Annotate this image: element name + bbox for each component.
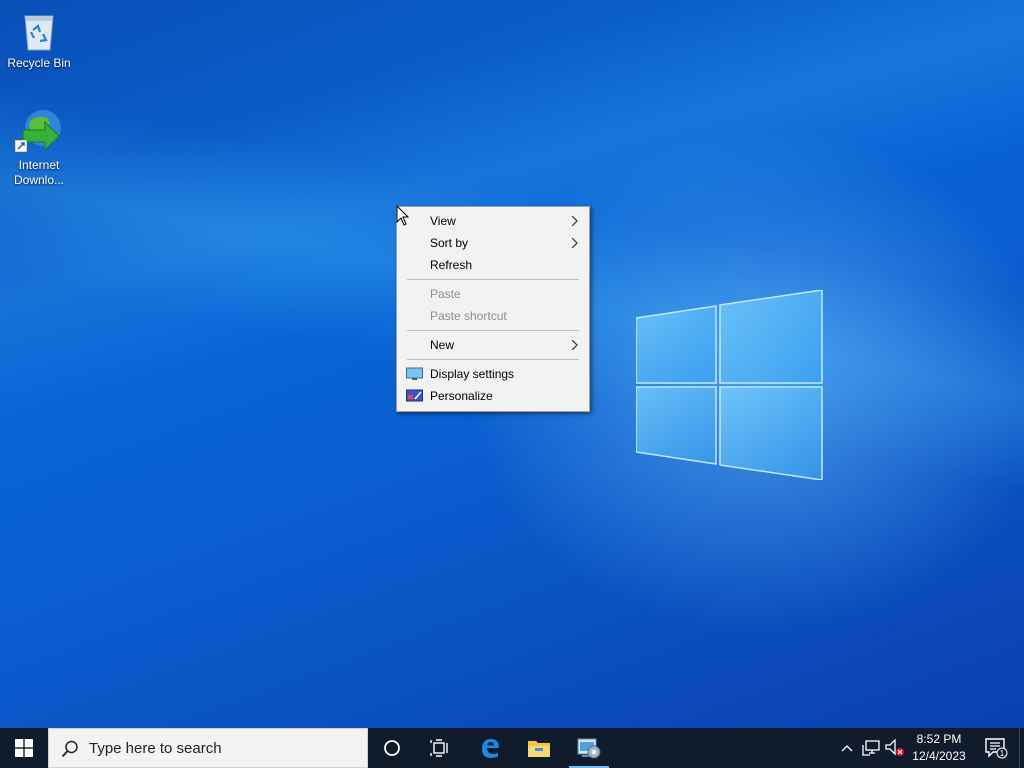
menu-item-refresh-label: Refresh (430, 258, 473, 272)
menu-item-display-settings[interactable]: Display settings (397, 363, 589, 385)
menu-item-new[interactable]: New (397, 334, 589, 356)
desktop-background[interactable]: Recycle Bin Internet Downlo... View Sort… (0, 0, 1024, 728)
taskbar-clock[interactable]: 8:52 PM 12/4/2023 (908, 728, 970, 768)
idm-label-line1: Internet (18, 158, 60, 172)
show-desktop-button[interactable] (1019, 728, 1024, 768)
taskbar: Type here to search 8:52 PM 12/4/2023 1 (0, 728, 1024, 768)
personalize-icon (406, 389, 423, 402)
notification-icon: 1 (985, 738, 1008, 759)
menu-separator (407, 359, 579, 360)
notification-count: 1 (1000, 749, 1005, 758)
network-button[interactable] (860, 728, 882, 768)
internet-download-manager-icon (14, 110, 61, 153)
submenu-arrow-icon (571, 216, 578, 226)
menu-item-view[interactable]: View (397, 210, 589, 232)
cortana-icon (384, 740, 400, 756)
desktop-icon-internet-download-manager[interactable]: Internet Downlo... (0, 108, 78, 188)
volume-button[interactable] (884, 728, 906, 768)
task-view-icon (430, 739, 448, 757)
start-icon (15, 739, 33, 757)
start-button[interactable] (0, 728, 48, 768)
chevron-up-icon (841, 745, 853, 752)
edge-button[interactable] (466, 728, 514, 768)
recycle-bin-icon (24, 15, 54, 51)
control-panel-icon (577, 738, 601, 759)
taskbar-search-box[interactable]: Type here to search (48, 728, 368, 768)
menu-item-display-settings-label: Display settings (430, 367, 515, 381)
menu-separator (407, 330, 579, 331)
menu-item-paste-shortcut-label: Paste shortcut (430, 309, 507, 323)
menu-item-new-label: New (430, 338, 455, 352)
control-panel-button[interactable] (565, 728, 613, 768)
clock-date: 12/4/2023 (912, 749, 966, 763)
mouse-cursor-icon (396, 205, 410, 226)
menu-item-paste-shortcut: Paste shortcut (397, 305, 589, 327)
file-explorer-icon (528, 741, 550, 757)
action-center-button[interactable]: 1 (976, 728, 1016, 768)
desktop-context-menu: View Sort by Refresh Paste Paste shortcu… (396, 206, 590, 412)
cortana-button[interactable] (368, 728, 416, 768)
menu-item-paste: Paste (397, 283, 589, 305)
menu-item-sort-by-label: Sort by (430, 236, 469, 250)
menu-item-personalize[interactable]: Personalize (397, 385, 589, 407)
menu-item-refresh[interactable]: Refresh (397, 254, 589, 276)
menu-item-personalize-label: Personalize (430, 389, 493, 403)
clock-time: 8:52 PM (916, 732, 962, 746)
search-icon (61, 740, 78, 758)
network-icon (862, 740, 880, 756)
show-hidden-icons-button[interactable] (836, 728, 858, 768)
menu-item-paste-label: Paste (430, 287, 461, 301)
recycle-bin-label: Recycle Bin (7, 56, 71, 70)
search-placeholder: Type here to search (89, 740, 222, 757)
volume-muted-icon (885, 739, 904, 756)
menu-item-sort-by[interactable]: Sort by (397, 232, 589, 254)
menu-separator (407, 279, 579, 280)
edge-icon (482, 739, 499, 758)
desktop-icon-recycle-bin[interactable]: Recycle Bin (0, 8, 78, 71)
task-view-button[interactable] (416, 728, 464, 768)
windows-logo-wallpaper (636, 290, 823, 480)
file-explorer-button[interactable] (515, 728, 563, 768)
display-settings-icon (406, 367, 423, 380)
menu-item-view-label: View (430, 214, 456, 228)
submenu-arrow-icon (571, 238, 578, 248)
submenu-arrow-icon (571, 340, 578, 350)
idm-label-line2: Downlo... (13, 173, 65, 187)
